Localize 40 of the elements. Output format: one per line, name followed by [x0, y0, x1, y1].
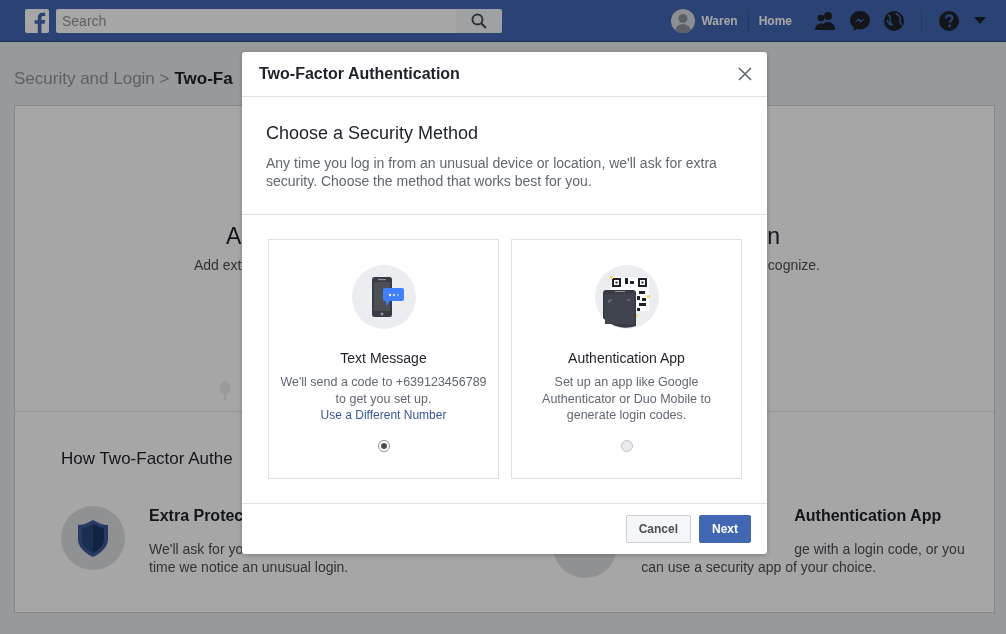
radio-button[interactable]	[377, 440, 390, 452]
method-card[interactable]: Text Message We'll send a code to +639123456789 to get you set up. Use a Different Number	[268, 239, 499, 479]
section-heading: How Two-Factor Authe	[61, 448, 234, 470]
section-heading: Choose a Security Method	[266, 122, 480, 144]
globe-icon[interactable]	[883, 9, 905, 32]
feature-text: time we notice an unusual login.	[149, 558, 349, 576]
phone-message-icon	[351, 265, 416, 329]
profile-link[interactable]: Waren	[671, 8, 738, 33]
feature-title: Authentication App	[794, 506, 943, 526]
dialog-description: Any time you log in from an unusual device or location, we'll ask for extra security. Choose the method that works best for you.	[266, 154, 718, 190]
messenger-icon[interactable]	[849, 9, 871, 32]
close-button[interactable]	[738, 67, 752, 81]
radio-button[interactable]	[620, 440, 633, 452]
search-icon	[471, 12, 487, 29]
method-title: Authentication App	[568, 349, 685, 367]
hero-text: cognize.	[767, 256, 820, 274]
feature-title: Extra Protec	[149, 506, 245, 526]
hero-text: Add ext	[194, 256, 242, 274]
caret-icon[interactable]	[974, 16, 986, 25]
dialog-title: Two-Factor Authentication	[259, 65, 461, 83]
method-card[interactable]: Authentication App Set up an app like Google Authenticator or Duo Mobile to generate login codes.	[511, 239, 742, 479]
facebook-logo[interactable]	[25, 8, 49, 33]
hero-heading: n	[767, 222, 780, 250]
home-link[interactable]: Home	[758, 13, 792, 28]
next-button[interactable]: Next	[699, 515, 751, 543]
method-description: We'll send a code to +639123456789 to get you set up.	[279, 374, 488, 407]
method-description: Set up an app like Google Authenticator or Duo Mobile to generate login codes.	[541, 374, 712, 424]
feature-text: can use a security app of your choice.	[641, 558, 878, 576]
method-title: Text Message	[340, 349, 427, 367]
cancel-button[interactable]: Cancel	[625, 515, 691, 543]
feature-text: ge with a login code, or you	[794, 540, 965, 558]
search-button[interactable]	[456, 8, 502, 33]
breadcrumb-current: Two-Fa	[174, 69, 233, 89]
search-field[interactable]: Search	[56, 8, 456, 33]
close-icon	[738, 67, 752, 81]
hero-heading: A	[226, 222, 242, 250]
help-icon[interactable]	[938, 9, 960, 32]
different-number-link[interactable]: Use a Different Number	[320, 408, 447, 422]
qr-phone-icon	[594, 265, 659, 329]
avatar-icon	[671, 8, 696, 33]
